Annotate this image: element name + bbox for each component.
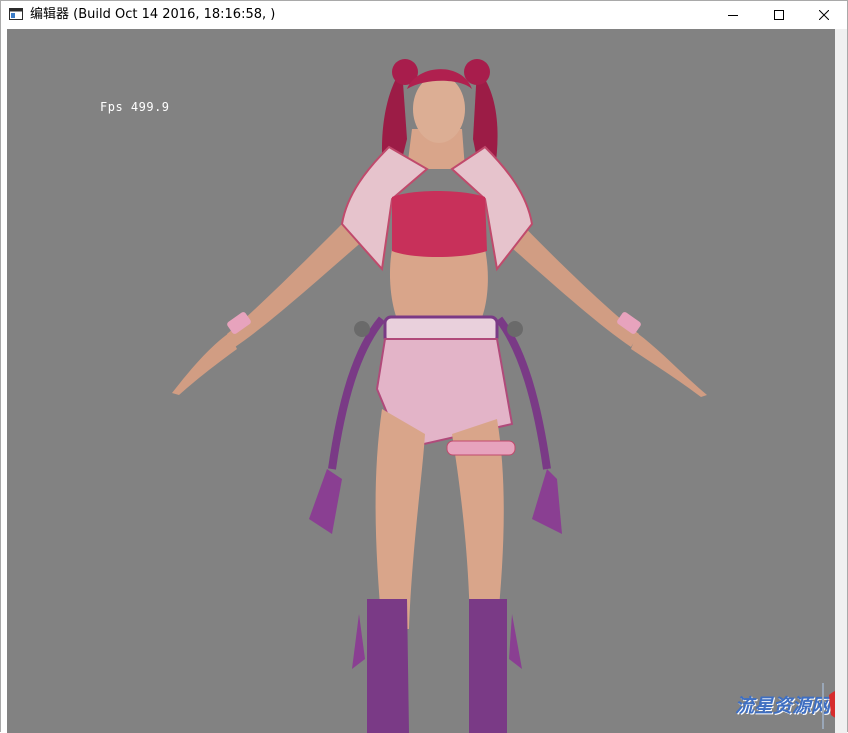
maximize-button[interactable] xyxy=(756,1,802,29)
character-model[interactable] xyxy=(7,29,835,733)
fps-counter: Fps 499.9 xyxy=(100,100,170,114)
minimize-button[interactable] xyxy=(710,1,756,29)
watermark-logo: 流星资源网 xyxy=(735,681,835,731)
app-window-icon xyxy=(9,8,23,20)
butterfly-sword-icon xyxy=(822,683,835,729)
3d-viewport[interactable]: Fps 499.9 流星资源网 xyxy=(7,29,835,733)
minimize-icon xyxy=(728,15,738,16)
maximize-icon xyxy=(774,10,784,20)
close-button[interactable] xyxy=(801,1,847,29)
title-bar[interactable]: 编辑器 (Build Oct 14 2016, 18:16:58, ) xyxy=(1,1,847,29)
editor-window: 编辑器 (Build Oct 14 2016, 18:16:58, ) Fps … xyxy=(0,0,848,733)
window-title: 编辑器 (Build Oct 14 2016, 18:16:58, ) xyxy=(30,7,276,22)
close-icon xyxy=(819,10,829,20)
vertical-scrollbar[interactable] xyxy=(835,29,847,733)
